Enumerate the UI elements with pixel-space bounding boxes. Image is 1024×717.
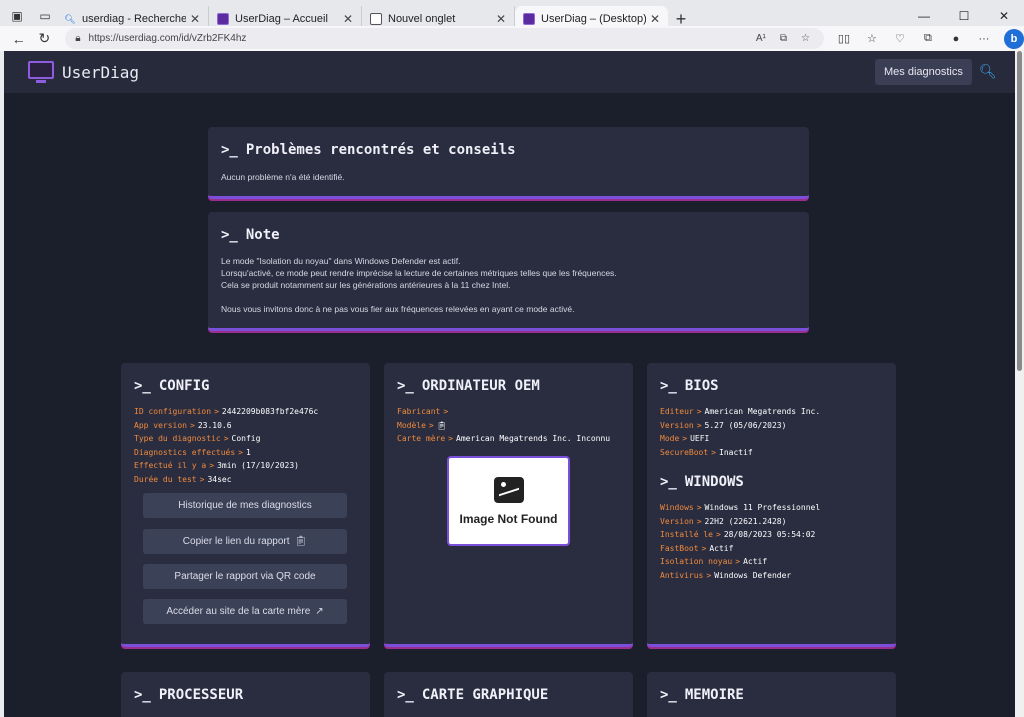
browser-tools: ▯▯ ☆ ♡ ⧉ ● ··· b [830,28,1024,50]
history-button[interactable]: Historique de mes diagnostics [143,493,347,518]
external-link-icon: ↗ [315,606,324,617]
userdiag-favicon-icon [217,13,229,25]
oem-details: Fabricant > Modèle > 📋︎ Carte mère > American… [397,405,610,446]
copy-link-button[interactable]: Copier le lien du rapport 📋︎ [143,529,347,554]
note-text: Lorsqu'activé, ce mode peut rendre impré… [221,268,617,278]
close-tab-icon[interactable]: ✕ [190,12,200,26]
note-text: Nous vous invitons donc à ne pas vous fi… [221,304,575,314]
detail-row: Effectué il y a >3min (17/10/2023) [134,461,299,470]
address-toolbar: ← ↻ 🔒︎ https://userdiag.com/id/vZrb2FK4h… [0,26,1024,51]
bios-windows-card: >_ BIOS Editeur > American Megatrends Inc. … [647,363,896,647]
note-text: Le mode "Isolation du noyau" dans Window… [221,256,461,266]
oem-card: >_ ORDINATEUR OEM Fabricant > Modèle > 📋︎ Ca… [384,363,633,647]
tab-actions-icon[interactable]: ▭ [34,5,56,27]
detail-row: Diagnostics effectués >1 [134,447,251,457]
scrollbar-thumb[interactable] [1017,51,1022,371]
detail-row: ID configuration >2442209b083fbf2e476c [134,407,319,416]
tab-title: UserDiag – (Desktop) [541,13,646,25]
detail-row: SecureBoot > Inactif [660,447,753,457]
profile-icon[interactable]: ● [942,28,970,50]
bios-details: Editeur > American Megatrends Inc. Version… [660,405,820,459]
url-text: https://userdiag.com/id/vZrb2FK4hz [88,33,247,44]
card-title: >_ CONFIG [134,378,210,394]
lock-icon: 🔒︎ [75,33,81,44]
problems-card: >_ Problèmes rencontrés et conseils Aucun… [208,127,809,199]
card-title: >_ PROCESSEUR [134,687,244,703]
detail-row: Durée du test >34sec [134,474,232,484]
note-text [221,291,617,303]
detail-row: Type du diagnostic > Config [134,434,261,443]
close-tab-icon[interactable]: ✕ [650,12,660,26]
detail-row: FastBoot > Actif [660,543,734,553]
page-viewport: UserDiag Mes diagnostics 🔍︎ >_ Problèmes … [4,51,1015,717]
refresh-icon[interactable]: ↻ [32,27,58,51]
windows-details: Windows > Windows 11 Professionnel Version… [660,501,820,582]
address-bar[interactable]: 🔒︎ https://userdiag.com/id/vZrb2FK4hz A¹… [65,28,824,49]
split-screen-icon[interactable]: ▯▯ [830,28,858,50]
close-tab-icon[interactable]: ✕ [343,12,353,26]
problems-text: Aucun problème n'a été identifié. [221,172,345,182]
app-available-icon[interactable]: ⧉ [780,33,787,44]
card-title: >_ Problèmes rencontrés et conseils [221,142,516,158]
card-title: >_ WINDOWS [660,474,744,490]
copilot-icon[interactable]: b [1003,28,1024,49]
config-details: ID configuration >2442209b083fbf2e476c Ap… [134,405,318,486]
settings-more-icon[interactable]: ··· [970,28,998,50]
detail-row: Installé le >28/08/2023 05:54:02 [660,530,816,539]
note-text: Cela se produit notamment sur les généra… [221,280,511,290]
detail-row: Mode > UEFI [660,434,710,443]
detail-row: Fabricant > [397,407,449,416]
search-icon: 🔍︎ [64,13,76,24]
config-card: >_ CONFIG ID configuration >2442209b083fbf… [121,363,370,647]
image-placeholder-icon [493,476,524,503]
card-title: >_ MEMOIRE [660,687,744,703]
read-aloud-icon[interactable]: A¹ [756,33,766,44]
favorite-star-icon[interactable]: ☆ [801,33,810,44]
site-header: UserDiag Mes diagnostics 🔍︎ [4,51,1015,93]
copy-icon: 📋︎ [294,536,308,547]
note-card: >_ Note Le mode "Isolation du noyau" dans… [208,212,809,331]
processor-card: >_ PROCESSEUR [121,672,370,717]
my-diagnostics-button[interactable]: Mes diagnostics [875,59,972,85]
favorites-icon[interactable]: ☆ [858,28,886,50]
detail-row: Isolation noyau > Actif [660,557,768,566]
search-icon[interactable]: 🔍︎ [979,63,997,81]
tab-title: UserDiag – Accueil [235,13,328,25]
image-not-found: Image Not Found [447,456,570,546]
back-arrow-icon[interactable]: ← [6,27,32,51]
userdiag-favicon-icon [523,13,535,25]
page-scrollbar[interactable] [1015,51,1024,717]
tab-title: Nouvel onglet [388,13,456,25]
newtab-page-icon [370,13,382,25]
share-qr-button[interactable]: Partager le rapport via QR code [143,564,347,589]
browser-essentials-icon[interactable]: ♡ [886,28,914,50]
userdiag-logo-icon[interactable] [28,59,54,85]
detail-row: Carte mère > American Megatrends Inc. Inco… [397,434,611,443]
detail-row: App version >23.10.6 [134,420,232,430]
detail-row: Version >5.27 (05/06/2023) [660,420,787,430]
detail-row: Modèle > 📋︎ [397,420,447,430]
motherboard-site-button[interactable]: Accéder au site de la carte mère ↗ [143,599,347,624]
detail-row: Antivirus > Windows Defender [660,570,792,580]
card-title: >_ ORDINATEUR OEM [397,378,540,394]
detail-row: Editeur > American Megatrends Inc. [660,407,821,416]
card-title: >_ CARTE GRAPHIQUE [397,687,549,703]
tab-title: userdiag - Recherche [82,13,186,25]
detail-row: Version >22H2 (22621.2428) [660,516,787,526]
image-caption: Image Not Found [459,511,558,526]
close-tab-icon[interactable]: ✕ [496,12,506,26]
workspaces-icon[interactable]: ▣ [6,5,28,27]
card-title: >_ BIOS [660,378,719,394]
collections-icon[interactable]: ⧉ [914,28,942,50]
detail-row: Windows > Windows 11 Professionnel [660,503,821,512]
copy-icon[interactable]: 📋︎ [437,421,447,430]
card-title: >_ Note [221,227,280,243]
memory-card: >_ MEMOIRE [647,672,896,717]
graphics-card: >_ CARTE GRAPHIQUE [384,672,633,717]
brand-name[interactable]: UserDiag [62,63,139,82]
